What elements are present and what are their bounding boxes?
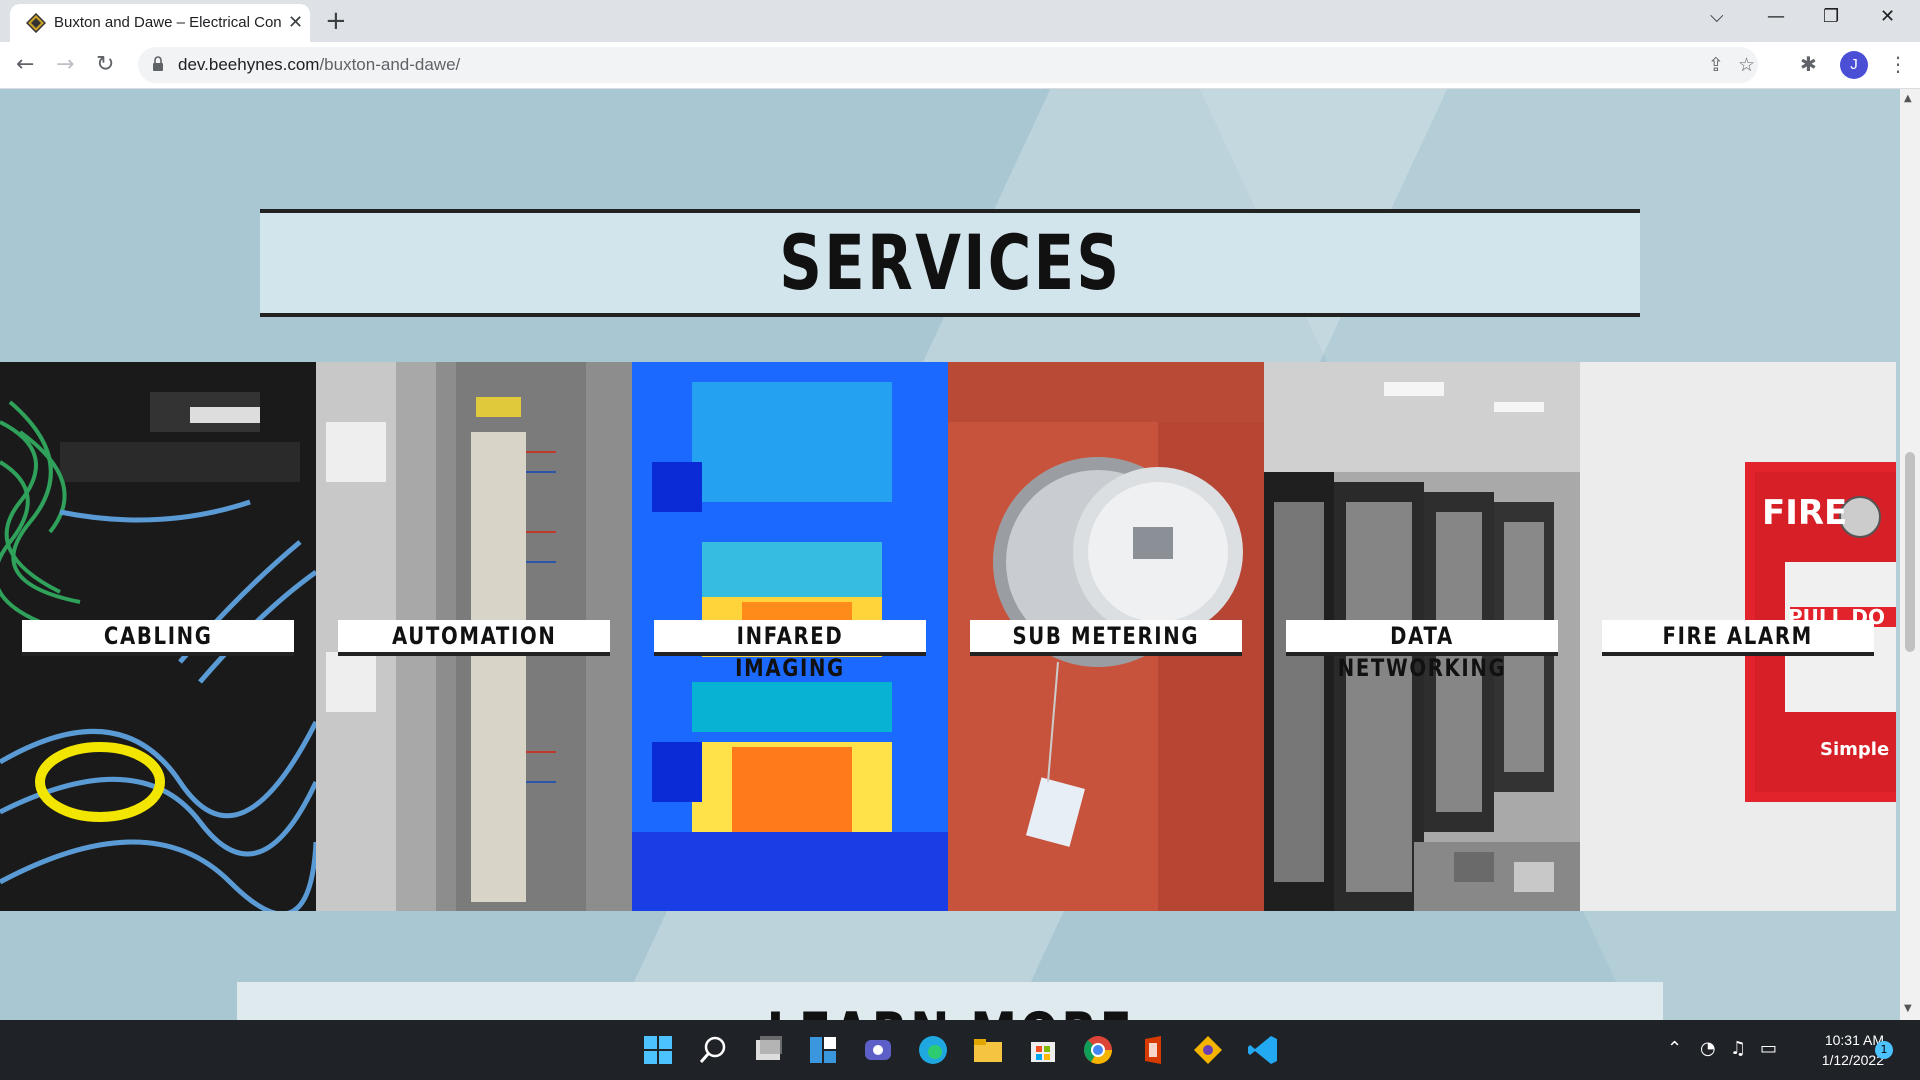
office-icon[interactable] [1135, 1032, 1171, 1068]
tile-label-sub-metering[interactable]: SUB METERING [970, 620, 1242, 656]
service-tile-data-networking[interactable]: DATA NETWORKING [1264, 362, 1580, 911]
battery-icon[interactable]: ▭ [1760, 1038, 1777, 1059]
tile-label-cabling[interactable]: CABLING [22, 620, 294, 656]
tile-label-automation[interactable]: AUTOMATION [338, 620, 610, 656]
scroll-down-arrow-icon[interactable]: ▼ [1904, 1003, 1912, 1014]
profile-avatar[interactable]: J [1840, 51, 1868, 79]
tab-title: Buxton and Dawe – Electrical Con [54, 14, 282, 31]
chat-icon[interactable] [860, 1032, 896, 1068]
service-tile-cabling[interactable]: CABLING [0, 362, 316, 911]
tile-label-infared-imaging[interactable]: INFARED IMAGING [654, 620, 926, 682]
service-tile-sub-metering[interactable]: SUB METERING [948, 362, 1264, 911]
fire-text: FIRE [1762, 493, 1847, 533]
services-title: SERVICES [778, 218, 1122, 307]
brand-text: Simple [1820, 739, 1889, 760]
service-tile-automation[interactable]: AUTOMATION [316, 362, 632, 911]
page-scrollbar[interactable]: ▲ ▼ [1900, 89, 1920, 1020]
chrome-icon[interactable] [1080, 1032, 1116, 1068]
extensions-icon[interactable]: ✱ [1800, 52, 1817, 76]
address-bar[interactable]: dev.beehynes.com/buxton-and-dawe/ ⇪ ☆ [138, 47, 1758, 83]
volume-icon[interactable]: ♫ [1730, 1038, 1746, 1059]
browser-toolbar: ← → ↻ dev.beehynes.com/buxton-and-dawe/ … [0, 42, 1920, 89]
task-view-icon[interactable] [750, 1032, 786, 1068]
tile-label-fire-alarm[interactable]: FIRE ALARM [1602, 620, 1874, 656]
store-icon[interactable] [1025, 1032, 1061, 1068]
git-app-icon[interactable] [1190, 1032, 1226, 1068]
tab-strip: Buxton and Dawe – Electrical Con ✕ + ⌵ —… [0, 0, 1920, 42]
services-heading-box: SERVICES [260, 209, 1640, 317]
learn-more-box: LEARN MORE [237, 982, 1663, 1020]
file-explorer-icon[interactable] [970, 1032, 1006, 1068]
wifi-icon[interactable]: ◔ [1700, 1038, 1716, 1059]
system-clock[interactable]: 10:31 AM 1/12/2022 [1792, 1030, 1884, 1070]
tray-chevron-icon[interactable]: ⌃ [1667, 1038, 1682, 1059]
tile-label-data-networking[interactable]: DATA NETWORKING [1286, 620, 1558, 682]
learn-more-title: LEARN MORE [237, 1000, 1663, 1020]
web-page: SERVICES CABLING AUTOMATION INFARED IMAG… [0, 89, 1900, 1020]
tab-close-icon[interactable]: ✕ [288, 12, 303, 33]
bookmark-star-icon[interactable]: ☆ [1738, 54, 1755, 76]
scroll-thumb[interactable] [1905, 452, 1915, 652]
service-tile-infared-imaging[interactable]: INFARED IMAGING [632, 362, 948, 911]
menu-kebab-icon[interactable]: ⋮ [1888, 52, 1908, 76]
restore-button[interactable]: ❐ [1823, 6, 1839, 27]
services-grid: CABLING AUTOMATION INFARED IMAGING SUB M… [0, 362, 1900, 911]
clock-date: 1/12/2022 [1821, 1052, 1884, 1068]
scroll-up-arrow-icon[interactable]: ▲ [1904, 93, 1912, 104]
close-window-button[interactable]: ✕ [1880, 6, 1895, 27]
windows-taskbar: ⌃ ◔ ♫ ▭ 10:31 AM 1/12/2022 1 [0, 1020, 1920, 1080]
share-icon[interactable]: ⇪ [1708, 54, 1724, 76]
minimize-button[interactable]: — [1767, 6, 1785, 27]
clock-time: 10:31 AM [1824, 1032, 1884, 1048]
back-icon[interactable]: ← [16, 52, 34, 77]
service-tile-fire-alarm[interactable]: FIRE PULL DO Simple FIRE ALARM [1580, 362, 1896, 911]
site-favicon-icon [26, 13, 46, 33]
edge-icon[interactable] [915, 1032, 951, 1068]
notification-badge[interactable]: 1 [1875, 1041, 1893, 1059]
forward-icon[interactable]: → [56, 52, 74, 77]
search-icon[interactable] [695, 1032, 731, 1068]
vscode-icon[interactable] [1245, 1032, 1281, 1068]
new-tab-button[interactable]: + [325, 6, 347, 36]
lock-icon [153, 56, 163, 71]
browser-tab[interactable]: Buxton and Dawe – Electrical Con ✕ [10, 4, 310, 42]
reload-icon[interactable]: ↻ [96, 52, 114, 77]
url-text: dev.beehynes.com/buxton-and-dawe/ [178, 55, 461, 74]
start-icon[interactable] [640, 1032, 676, 1068]
widgets-icon[interactable] [805, 1032, 841, 1068]
tab-search-icon[interactable]: ⌵ [1710, 6, 1724, 27]
